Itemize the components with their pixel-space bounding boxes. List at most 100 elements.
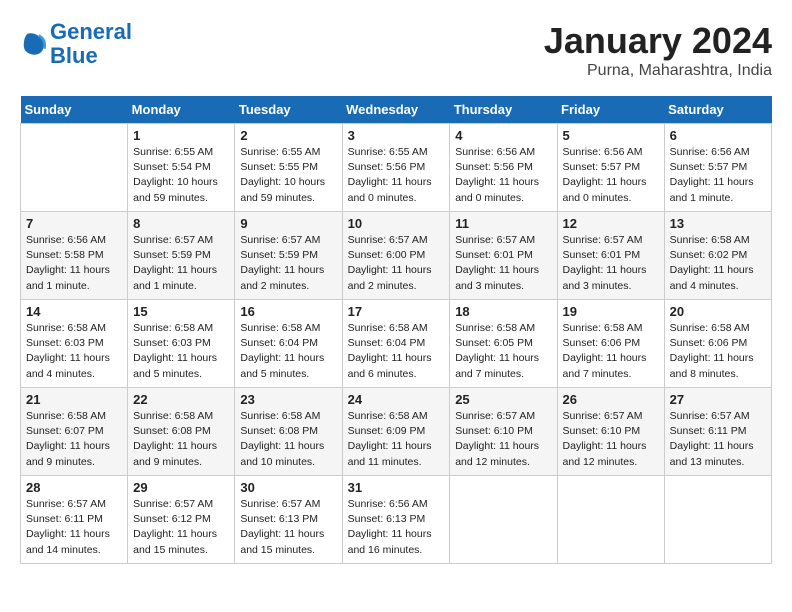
calendar-cell: 9 Sunrise: 6:57 AMSunset: 5:59 PMDaylight… xyxy=(235,212,342,300)
calendar-header: SundayMondayTuesdayWednesdayThursdayFrid… xyxy=(21,96,772,124)
day-number: 10 xyxy=(348,216,445,231)
week-row-4: 21 Sunrise: 6:58 AMSunset: 6:07 PMDayligh… xyxy=(21,388,772,476)
calendar-cell: 29Sunrise: 6:57 AMSunset: 6:12 PMDayligh… xyxy=(128,476,235,564)
calendar-cell xyxy=(21,124,128,212)
day-number: 18 xyxy=(455,304,551,319)
calendar-cell: 20 Sunrise: 6:58 AMSunset: 6:06 PMDayligh… xyxy=(664,300,771,388)
day-info: Sunrise: 6:58 AMSunset: 6:04 PMDaylight:… xyxy=(348,321,445,382)
page-header: General Blue January 2024 Purna, Maharas… xyxy=(20,20,772,80)
day-info: Sunrise: 6:55 AMSunset: 5:54 PMDaylight:… xyxy=(133,145,229,206)
weekday-header-monday: Monday xyxy=(128,96,235,124)
day-info: Sunrise: 6:58 AMSunset: 6:03 PMDaylight:… xyxy=(133,321,229,382)
day-number: 9 xyxy=(240,216,336,231)
calendar-cell xyxy=(450,476,557,564)
day-number: 12 xyxy=(563,216,659,231)
day-info: Sunrise: 6:58 AMSunset: 6:04 PMDaylight:… xyxy=(240,321,336,382)
day-info: Sunrise: 6:57 AMSunset: 6:11 PMDaylight:… xyxy=(670,409,766,470)
calendar-cell: 27 Sunrise: 6:57 AMSunset: 6:11 PMDayligh… xyxy=(664,388,771,476)
day-number: 5 xyxy=(563,128,659,143)
calendar-cell xyxy=(664,476,771,564)
day-number: 26 xyxy=(563,392,659,407)
logo-line2: Blue xyxy=(50,43,98,68)
day-number: 3 xyxy=(348,128,445,143)
day-number: 20 xyxy=(670,304,766,319)
day-number: 4 xyxy=(455,128,551,143)
calendar-cell: 13 Sunrise: 6:58 AMSunset: 6:02 PMDayligh… xyxy=(664,212,771,300)
calendar-cell: 6Sunrise: 6:56 AMSunset: 5:57 PMDaylight… xyxy=(664,124,771,212)
calendar-cell: 25Sunrise: 6:57 AMSunset: 6:10 PMDayligh… xyxy=(450,388,557,476)
calendar-cell: 16 Sunrise: 6:58 AMSunset: 6:04 PMDayligh… xyxy=(235,300,342,388)
calendar-cell: 10 Sunrise: 6:57 AMSunset: 6:00 PMDayligh… xyxy=(342,212,450,300)
calendar-cell: 30Sunrise: 6:57 AMSunset: 6:13 PMDayligh… xyxy=(235,476,342,564)
calendar-cell: 19Sunrise: 6:58 AMSunset: 6:06 PMDayligh… xyxy=(557,300,664,388)
day-info: Sunrise: 6:56 AMSunset: 6:13 PMDaylight:… xyxy=(348,497,445,558)
day-info: Sunrise: 6:57 AMSunset: 6:10 PMDaylight:… xyxy=(455,409,551,470)
logo-text: General Blue xyxy=(50,20,132,68)
day-number: 11 xyxy=(455,216,551,231)
day-info: Sunrise: 6:58 AMSunset: 6:02 PMDaylight:… xyxy=(670,233,766,294)
day-number: 21 xyxy=(26,392,122,407)
logo-icon xyxy=(20,30,48,58)
week-row-5: 28Sunrise: 6:57 AMSunset: 6:11 PMDayligh… xyxy=(21,476,772,564)
day-info: Sunrise: 6:58 AMSunset: 6:06 PMDaylight:… xyxy=(670,321,766,382)
calendar-body: 1 Sunrise: 6:55 AMSunset: 5:54 PMDaylight… xyxy=(21,124,772,564)
day-info: Sunrise: 6:57 AMSunset: 6:11 PMDaylight:… xyxy=(26,497,122,558)
calendar-cell: 4Sunrise: 6:56 AMSunset: 5:56 PMDaylight… xyxy=(450,124,557,212)
day-info: Sunrise: 6:58 AMSunset: 6:08 PMDaylight:… xyxy=(240,409,336,470)
calendar-table: SundayMondayTuesdayWednesdayThursdayFrid… xyxy=(20,96,772,564)
calendar-cell: 21 Sunrise: 6:58 AMSunset: 6:07 PMDayligh… xyxy=(21,388,128,476)
day-info: Sunrise: 6:56 AMSunset: 5:57 PMDaylight:… xyxy=(563,145,659,206)
day-info: Sunrise: 6:55 AMSunset: 5:56 PMDaylight:… xyxy=(348,145,445,206)
calendar-cell: 7 Sunrise: 6:56 AMSunset: 5:58 PMDaylight… xyxy=(21,212,128,300)
day-number: 22 xyxy=(133,392,229,407)
calendar-cell: 26Sunrise: 6:57 AMSunset: 6:10 PMDayligh… xyxy=(557,388,664,476)
weekday-header-friday: Friday xyxy=(557,96,664,124)
calendar-cell: 24 Sunrise: 6:58 AMSunset: 6:09 PMDayligh… xyxy=(342,388,450,476)
day-info: Sunrise: 6:56 AMSunset: 5:57 PMDaylight:… xyxy=(670,145,766,206)
day-number: 15 xyxy=(133,304,229,319)
day-info: Sunrise: 6:58 AMSunset: 6:09 PMDaylight:… xyxy=(348,409,445,470)
day-info: Sunrise: 6:58 AMSunset: 6:08 PMDaylight:… xyxy=(133,409,229,470)
calendar-cell: 17 Sunrise: 6:58 AMSunset: 6:04 PMDayligh… xyxy=(342,300,450,388)
calendar-cell: 18 Sunrise: 6:58 AMSunset: 6:05 PMDayligh… xyxy=(450,300,557,388)
calendar-cell: 14Sunrise: 6:58 AMSunset: 6:03 PMDayligh… xyxy=(21,300,128,388)
day-number: 24 xyxy=(348,392,445,407)
week-row-1: 1 Sunrise: 6:55 AMSunset: 5:54 PMDaylight… xyxy=(21,124,772,212)
day-info: Sunrise: 6:57 AMSunset: 6:13 PMDaylight:… xyxy=(240,497,336,558)
calendar-cell: 15 Sunrise: 6:58 AMSunset: 6:03 PMDayligh… xyxy=(128,300,235,388)
day-info: Sunrise: 6:57 AMSunset: 6:00 PMDaylight:… xyxy=(348,233,445,294)
day-number: 7 xyxy=(26,216,122,231)
day-number: 23 xyxy=(240,392,336,407)
day-info: Sunrise: 6:58 AMSunset: 6:03 PMDaylight:… xyxy=(26,321,122,382)
weekday-header-wednesday: Wednesday xyxy=(342,96,450,124)
day-number: 8 xyxy=(133,216,229,231)
day-info: Sunrise: 6:58 AMSunset: 6:07 PMDaylight:… xyxy=(26,409,122,470)
day-number: 16 xyxy=(240,304,336,319)
calendar-cell: 8 Sunrise: 6:57 AMSunset: 5:59 PMDaylight… xyxy=(128,212,235,300)
day-number: 27 xyxy=(670,392,766,407)
day-number: 31 xyxy=(348,480,445,495)
weekday-header-saturday: Saturday xyxy=(664,96,771,124)
month-title: January 2024 xyxy=(544,20,772,62)
calendar-cell: 5 Sunrise: 6:56 AMSunset: 5:57 PMDaylight… xyxy=(557,124,664,212)
calendar-cell: 22 Sunrise: 6:58 AMSunset: 6:08 PMDayligh… xyxy=(128,388,235,476)
day-number: 2 xyxy=(240,128,336,143)
day-info: Sunrise: 6:57 AMSunset: 6:12 PMDaylight:… xyxy=(133,497,229,558)
location: Purna, Maharashtra, India xyxy=(544,62,772,80)
day-info: Sunrise: 6:57 AMSunset: 6:01 PMDaylight:… xyxy=(563,233,659,294)
week-row-3: 14Sunrise: 6:58 AMSunset: 6:03 PMDayligh… xyxy=(21,300,772,388)
day-number: 1 xyxy=(133,128,229,143)
calendar-cell: 1 Sunrise: 6:55 AMSunset: 5:54 PMDaylight… xyxy=(128,124,235,212)
calendar-cell xyxy=(557,476,664,564)
calendar-cell: 11Sunrise: 6:57 AMSunset: 6:01 PMDayligh… xyxy=(450,212,557,300)
day-info: Sunrise: 6:58 AMSunset: 6:05 PMDaylight:… xyxy=(455,321,551,382)
day-info: Sunrise: 6:57 AMSunset: 5:59 PMDaylight:… xyxy=(240,233,336,294)
day-info: Sunrise: 6:56 AMSunset: 5:58 PMDaylight:… xyxy=(26,233,122,294)
day-number: 17 xyxy=(348,304,445,319)
day-info: Sunrise: 6:57 AMSunset: 5:59 PMDaylight:… xyxy=(133,233,229,294)
calendar-cell: 23 Sunrise: 6:58 AMSunset: 6:08 PMDayligh… xyxy=(235,388,342,476)
day-info: Sunrise: 6:58 AMSunset: 6:06 PMDaylight:… xyxy=(563,321,659,382)
calendar-cell: 3 Sunrise: 6:55 AMSunset: 5:56 PMDaylight… xyxy=(342,124,450,212)
day-number: 13 xyxy=(670,216,766,231)
weekday-header-thursday: Thursday xyxy=(450,96,557,124)
